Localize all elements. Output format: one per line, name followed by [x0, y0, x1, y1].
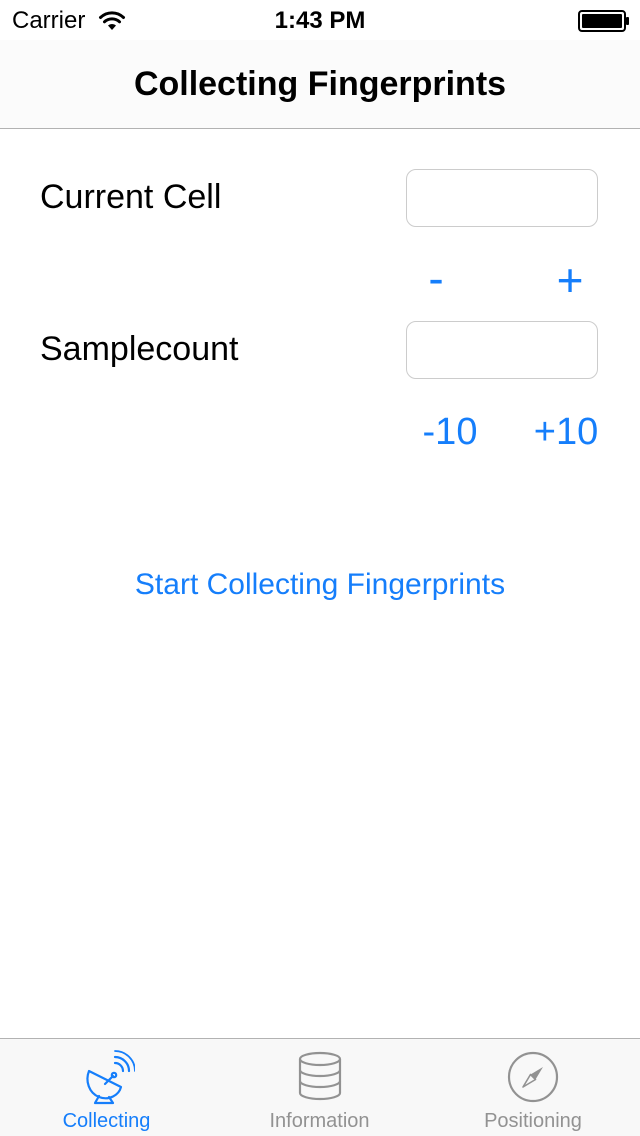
cell-decrement-button[interactable]: - [414, 254, 458, 302]
start-collecting-button[interactable]: Start Collecting Fingerprints [0, 565, 640, 605]
samplecount-label: Samplecount [40, 330, 239, 368]
tab-label-information: Information [269, 1110, 370, 1132]
page-title: Collecting Fingerprints [133, 65, 507, 103]
database-icon [298, 1051, 341, 1101]
current-cell-label: Current Cell [40, 178, 222, 216]
sample-increment-button[interactable]: +10 [526, 408, 606, 456]
tab-positioning[interactable]: Positioning [426, 1039, 640, 1136]
tab-label-positioning: Positioning [484, 1110, 582, 1132]
samplecount-field[interactable] [406, 321, 598, 379]
tab-information[interactable]: Information [213, 1039, 426, 1136]
satellite-dish-icon [85, 1050, 135, 1105]
tab-collecting[interactable]: Collecting [0, 1039, 213, 1136]
compass-icon [507, 1051, 559, 1103]
battery-icon [578, 10, 629, 32]
navigation-bar: Collecting Fingerprints [0, 40, 640, 129]
status-bar: Carrier 1:43 PM [0, 0, 640, 40]
status-time: 1:43 PM [274, 7, 366, 34]
sample-decrement-button[interactable]: -10 [414, 408, 486, 456]
cell-increment-button[interactable]: + [546, 256, 594, 304]
app-screen: Carrier 1:43 PM Collecting Fingerprints … [0, 0, 640, 1136]
tab-label-collecting: Collecting [62, 1110, 151, 1132]
current-cell-field[interactable] [406, 169, 598, 227]
tab-bar: Collecting Information Positioning [0, 1038, 640, 1136]
